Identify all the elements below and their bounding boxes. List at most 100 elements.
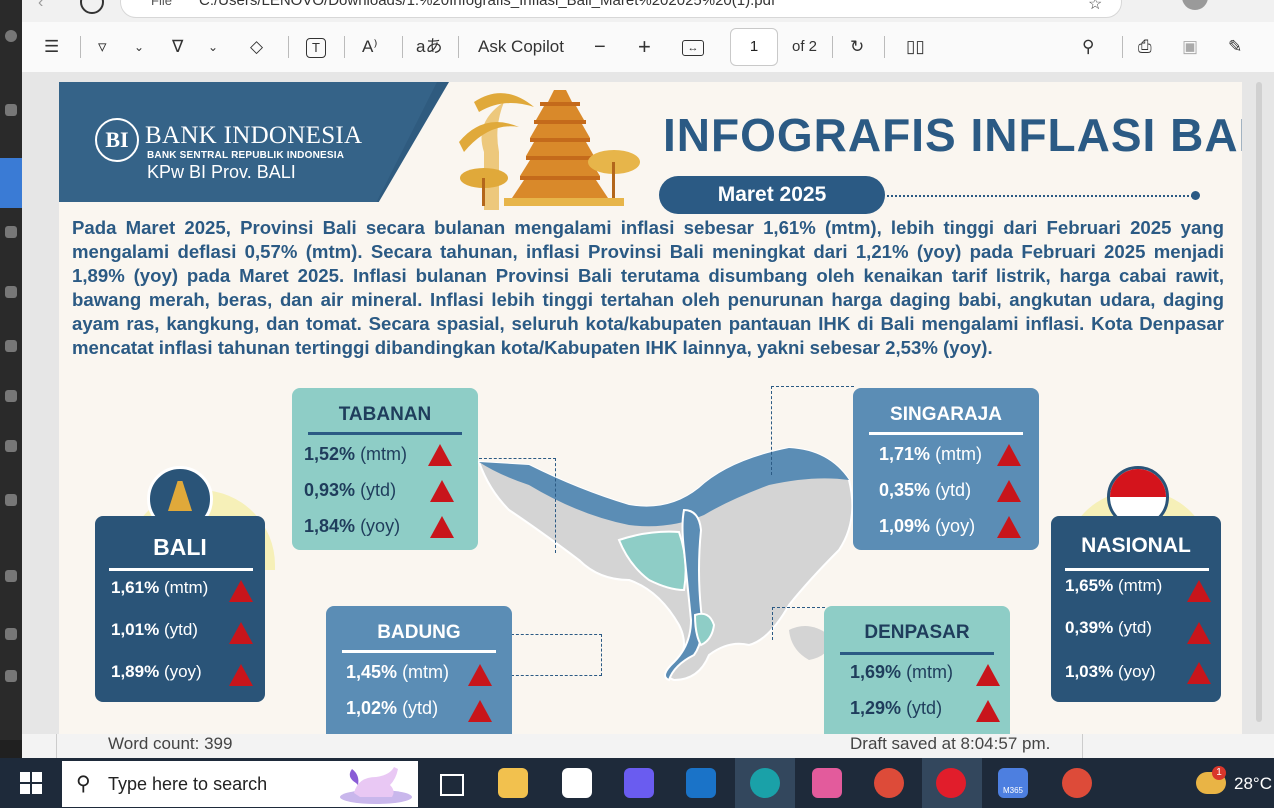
up-triangle-icon <box>1187 662 1211 684</box>
copilot-icon[interactable] <box>812 768 842 798</box>
chevron-down-icon[interactable]: ⌄ <box>134 34 144 60</box>
up-triangle-icon <box>997 444 1021 466</box>
card-rule <box>869 432 1023 435</box>
back-button[interactable]: ‹ <box>38 0 43 12</box>
read-aloud-icon[interactable]: A⁾ <box>362 34 378 60</box>
stat-value: 0,39% (ytd) <box>1065 618 1152 637</box>
stat-row: 1,84% (yoy) <box>292 516 478 544</box>
divider <box>288 36 289 58</box>
fit-width-icon[interactable]: ↔ <box>682 40 704 56</box>
stat-row: 0,39% (ytd) <box>1051 618 1221 646</box>
m365-label: M365 <box>1002 786 1023 795</box>
connector-singaraja <box>771 386 854 475</box>
region-card-singaraja: SINGARAJA 1,71% (mtm) 0,35% (ytd) 1,09% … <box>853 388 1039 550</box>
card-rule <box>109 568 253 571</box>
windows-start-icon[interactable] <box>20 772 42 794</box>
divider <box>458 36 459 58</box>
file-explorer-icon[interactable] <box>498 768 528 798</box>
rail-icon-1[interactable] <box>5 104 17 116</box>
card-rule <box>840 652 994 655</box>
rail-active-indicator[interactable] <box>0 158 22 208</box>
draw-icon[interactable]: ∇ <box>172 34 183 60</box>
vertical-scrollbar[interactable] <box>1256 82 1262 722</box>
stat-row: 0,93% (ytd) <box>292 480 478 508</box>
m365-icon[interactable]: M365 <box>998 768 1028 798</box>
stat-row: 1,89% (yoy) <box>95 662 265 690</box>
up-triangle-icon <box>976 664 1000 686</box>
rail-icon-3[interactable] <box>5 286 17 298</box>
chevron-down-icon[interactable]: ⌄ <box>208 34 218 60</box>
connector-badung <box>511 634 602 676</box>
up-triangle-icon <box>430 516 454 538</box>
status-divider <box>56 734 57 758</box>
up-triangle-icon <box>976 700 1000 722</box>
highlight-icon[interactable]: ▿ <box>98 34 107 60</box>
address-bar[interactable]: File C:/Users/LENOVO/Downloads/1.%20Info… <box>120 0 1122 18</box>
stat-value: 1,84% (yoy) <box>304 516 401 536</box>
page-view-icon[interactable]: ▯▯ <box>906 34 925 60</box>
up-triangle-icon <box>430 480 454 502</box>
edge-icon[interactable] <box>750 768 780 798</box>
rail-icon-8[interactable] <box>5 570 17 582</box>
region-name: SINGARAJA <box>890 404 1002 425</box>
bank-subtitle: BANK SENTRAL REPUBLIK INDONESIA <box>147 150 345 161</box>
file-label: File <box>151 0 172 8</box>
copilot-app-icon[interactable] <box>624 768 654 798</box>
rail-icon-2[interactable] <box>5 226 17 238</box>
stat-row: 1,52% (mtm) <box>292 444 478 472</box>
region-card-bali: BALI 1,61% (mtm) 1,01% (ytd) 1,89% (yoy) <box>95 516 265 702</box>
save-as-icon[interactable]: ✎ <box>1228 34 1242 60</box>
region-card-denpasar: DENPASAR 1,69% (mtm) 1,29% (ytd) <box>824 606 1010 734</box>
print-icon[interactable]: ⎙ <box>1138 34 1152 60</box>
period-badge: Maret 2025 <box>659 176 885 214</box>
rail-icon-7[interactable] <box>5 494 17 506</box>
temple-illustration <box>459 90 640 210</box>
save-icon[interactable]: ▣ <box>1182 34 1198 60</box>
card-rule <box>1065 568 1209 571</box>
rail-icon-10[interactable] <box>5 670 17 682</box>
contents-icon[interactable]: ☰ <box>44 34 59 60</box>
translate-icon[interactable]: aあ <box>416 34 442 60</box>
connector-tabanan <box>479 458 556 553</box>
rotate-icon[interactable]: ↻ <box>850 34 864 60</box>
microsoft-store-icon[interactable] <box>562 768 592 798</box>
page-number-input[interactable]: 1 <box>730 28 778 66</box>
zoom-out-button[interactable]: − <box>594 34 606 60</box>
stat-row: 1,61% (mtm) <box>95 578 265 606</box>
rail-icon-4[interactable] <box>5 340 17 352</box>
up-triangle-icon <box>997 516 1021 538</box>
chrome-profile-icon[interactable] <box>1062 768 1092 798</box>
region-name: BALI <box>153 534 207 560</box>
favorite-star-icon[interactable]: ☆ <box>1088 0 1102 14</box>
rail-icon-6[interactable] <box>5 440 17 452</box>
rail-icon-9[interactable] <box>5 628 17 640</box>
search-icon[interactable]: ⚲ <box>1082 34 1094 60</box>
stat-value: 1,03% (yoy) <box>1065 662 1156 681</box>
status-divider <box>1082 734 1083 758</box>
opera-icon[interactable] <box>936 768 966 798</box>
stat-row: 1,45% (mtm) <box>326 662 512 690</box>
task-view-icon[interactable] <box>440 774 464 796</box>
divider <box>344 36 345 58</box>
zoom-in-button[interactable]: + <box>638 34 651 60</box>
region-name: TABANAN <box>338 404 432 425</box>
divider <box>884 36 885 58</box>
ask-copilot-button[interactable]: Ask Copilot <box>478 34 564 60</box>
word-count: Word count: 399 <box>108 734 233 753</box>
up-triangle-icon <box>1187 580 1211 602</box>
divider <box>80 36 81 58</box>
taskbar-search-box[interactable]: ⚲ Type here to search <box>62 761 418 807</box>
temperature: 28°C <box>1234 774 1272 793</box>
chrome-icon[interactable] <box>874 768 904 798</box>
rail-icon-5[interactable] <box>5 390 17 402</box>
wordpress-icon[interactable] <box>5 30 17 42</box>
text-box-icon[interactable]: T <box>306 38 326 58</box>
up-triangle-icon <box>229 664 253 686</box>
stat-row: 1,29% (ytd) <box>824 698 1010 726</box>
stat-value: 1,89% (yoy) <box>111 662 202 681</box>
up-triangle-icon <box>997 480 1021 502</box>
outlook-icon[interactable] <box>686 768 716 798</box>
stat-value: 1,29% (ytd) <box>850 698 943 718</box>
taskbar-search-input: Type here to search <box>108 774 268 794</box>
eraser-icon[interactable]: ◇ <box>250 34 263 60</box>
